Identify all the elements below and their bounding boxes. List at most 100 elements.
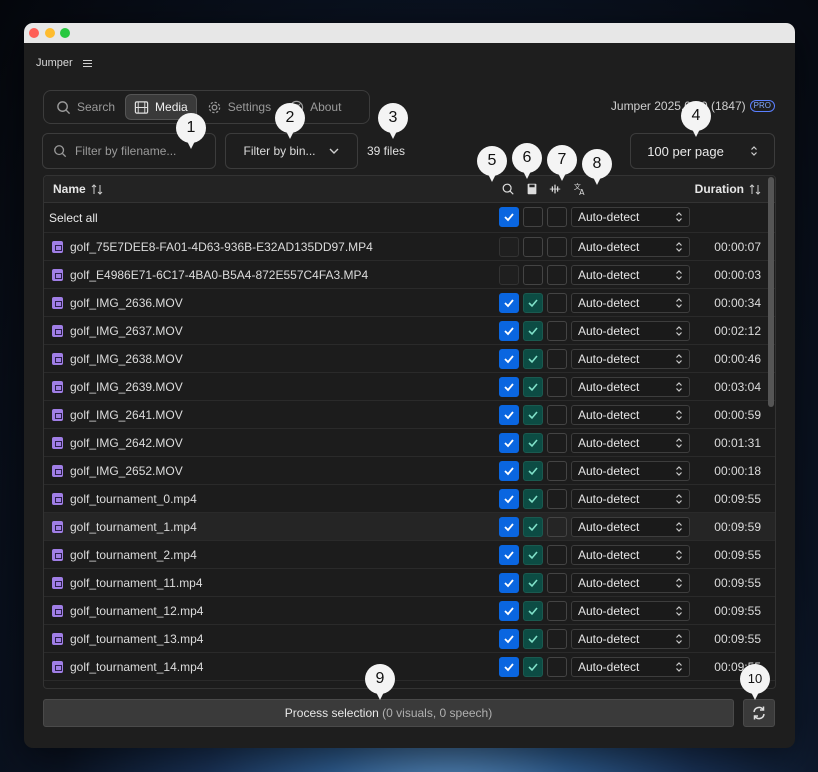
table-row[interactable]: golf_tournament_11.mp4 Auto-detect 00:09:5… (44, 569, 775, 597)
visual-checkbox[interactable] (499, 517, 519, 537)
table-row[interactable]: golf_IMG_2652.MOV Auto-detect 00:00:18 (44, 457, 775, 485)
saved-checkbox[interactable] (523, 293, 543, 313)
language-select[interactable]: Auto-detect (571, 265, 690, 285)
table-row[interactable]: golf_IMG_2638.MOV Auto-detect 00:00:46 (44, 345, 775, 373)
table-row[interactable]: golf_IMG_2641.MOV Auto-detect 00:00:59 (44, 401, 775, 429)
saved-checkbox[interactable] (523, 489, 543, 509)
saved-checkbox[interactable] (523, 321, 543, 341)
visual-checkbox[interactable] (499, 573, 519, 593)
saved-checkbox[interactable] (523, 377, 543, 397)
speech-checkbox[interactable] (547, 433, 567, 453)
speech-checkbox[interactable] (547, 601, 567, 621)
language-select[interactable]: Auto-detect (571, 321, 690, 341)
visual-checkbox[interactable] (499, 321, 519, 341)
visual-checkbox[interactable] (499, 601, 519, 621)
visual-checkbox[interactable] (499, 629, 519, 649)
close-window-button[interactable] (29, 28, 39, 38)
table-row[interactable]: golf_IMG_2642.MOV Auto-detect 00:01:31 (44, 429, 775, 457)
speech-checkbox[interactable] (547, 265, 567, 285)
language-select[interactable]: Auto-detect (571, 405, 690, 425)
table-row[interactable]: golf_IMG_2639.MOV Auto-detect 00:03:04 (44, 373, 775, 401)
select-all-speech-checkbox[interactable] (547, 207, 567, 227)
language-select[interactable]: Auto-detect (571, 433, 690, 453)
visual-checkbox[interactable] (499, 433, 519, 453)
select-all-visual-checkbox[interactable] (499, 207, 519, 227)
saved-checkbox[interactable] (523, 405, 543, 425)
language-select[interactable]: Auto-detect (571, 349, 690, 369)
table-row[interactable]: golf_IMG_2637.MOV Auto-detect 00:02:12 (44, 317, 775, 345)
zoom-window-button[interactable] (60, 28, 70, 38)
speech-checkbox[interactable] (547, 405, 567, 425)
saved-checkbox[interactable] (523, 433, 543, 453)
saved-checkbox[interactable] (523, 517, 543, 537)
saved-checkbox[interactable] (523, 545, 543, 565)
table-row[interactable]: golf_tournament_2.mp4 Auto-detect 00:09:55 (44, 541, 775, 569)
select-all-save-checkbox[interactable] (523, 207, 543, 227)
saved-checkbox[interactable] (523, 349, 543, 369)
language-select[interactable]: Auto-detect (571, 489, 690, 509)
speech-checkbox[interactable] (547, 489, 567, 509)
visual-checkbox[interactable] (499, 349, 519, 369)
visual-checkbox[interactable] (499, 545, 519, 565)
duration-column-header[interactable]: Duration (695, 182, 761, 196)
visual-checkbox[interactable] (499, 405, 519, 425)
language-select[interactable]: Auto-detect (571, 573, 690, 593)
refresh-button[interactable] (743, 699, 775, 727)
minimize-window-button[interactable] (45, 28, 55, 38)
table-row[interactable]: golf_E4986E71-6C17-4BA0-B5A4-872E557C4FA… (44, 261, 775, 289)
saved-checkbox[interactable] (523, 601, 543, 621)
speech-checkbox[interactable] (547, 629, 567, 649)
translate-column-icon[interactable]: 文A (573, 182, 587, 196)
table-row[interactable]: golf_IMG_2636.MOV Auto-detect 00:00:34 (44, 289, 775, 317)
table-scrollbar[interactable] (768, 177, 774, 407)
speech-checkbox[interactable] (547, 573, 567, 593)
saved-checkbox[interactable] (523, 461, 543, 481)
saved-checkbox[interactable] (523, 265, 543, 285)
visual-checkbox[interactable] (499, 237, 519, 257)
table-row[interactable]: golf_tournament_1.mp4 Auto-detect 00:09:59 (44, 513, 775, 541)
name-column-header[interactable]: Name (53, 182, 103, 196)
select-all-language-select[interactable]: Auto-detect (571, 207, 690, 227)
visual-checkbox[interactable] (499, 293, 519, 313)
speech-checkbox[interactable] (547, 517, 567, 537)
saved-checkbox[interactable] (523, 657, 543, 677)
language-select[interactable]: Auto-detect (571, 237, 690, 257)
speech-checkbox[interactable] (547, 461, 567, 481)
save-column-icon[interactable] (525, 182, 539, 196)
table-row[interactable]: golf_tournament_14.mp4 Auto-detect 00:09:5… (44, 653, 775, 681)
speech-checkbox[interactable] (547, 349, 567, 369)
language-select[interactable]: Auto-detect (571, 293, 690, 313)
language-select[interactable]: Auto-detect (571, 545, 690, 565)
visual-checkbox[interactable] (499, 265, 519, 285)
language-select[interactable]: Auto-detect (571, 601, 690, 621)
speech-checkbox[interactable] (547, 321, 567, 341)
speech-checkbox[interactable] (547, 237, 567, 257)
language-select[interactable]: Auto-detect (571, 517, 690, 537)
saved-checkbox[interactable] (523, 573, 543, 593)
table-row[interactable]: golf_tournament_0.mp4 Auto-detect 00:09:55 (44, 485, 775, 513)
table-row[interactable]: golf_75E7DEE8-FA01-4D63-936B-E32AD135DD9… (44, 233, 775, 261)
visual-checkbox[interactable] (499, 377, 519, 397)
saved-checkbox[interactable] (523, 237, 543, 257)
per-page-select[interactable]: 100 per page (630, 133, 775, 169)
table-row[interactable]: golf_tournament_13.mp4 Auto-detect 00:09:5… (44, 625, 775, 653)
language-select[interactable]: Auto-detect (571, 377, 690, 397)
language-select[interactable]: Auto-detect (571, 657, 690, 677)
tab-settings[interactable]: Settings (199, 94, 279, 120)
visual-checkbox[interactable] (499, 657, 519, 677)
language-select[interactable]: Auto-detect (571, 461, 690, 481)
visual-checkbox[interactable] (499, 461, 519, 481)
language-select[interactable]: Auto-detect (571, 629, 690, 649)
process-selection-button[interactable]: Process selection (0 visuals, 0 speech) (43, 699, 734, 727)
search-visual-column-icon[interactable] (501, 182, 515, 196)
hamburger-menu-icon[interactable] (82, 59, 92, 67)
visual-checkbox[interactable] (499, 489, 519, 509)
speech-checkbox[interactable] (547, 545, 567, 565)
saved-checkbox[interactable] (523, 629, 543, 649)
tab-search[interactable]: Search (48, 94, 123, 120)
table-row[interactable]: golf_tournament_12.mp4 Auto-detect 00:09:5… (44, 597, 775, 625)
speech-checkbox[interactable] (547, 657, 567, 677)
filename-filter-input[interactable] (75, 144, 195, 158)
speech-checkbox[interactable] (547, 293, 567, 313)
waveform-column-icon[interactable] (548, 182, 562, 196)
